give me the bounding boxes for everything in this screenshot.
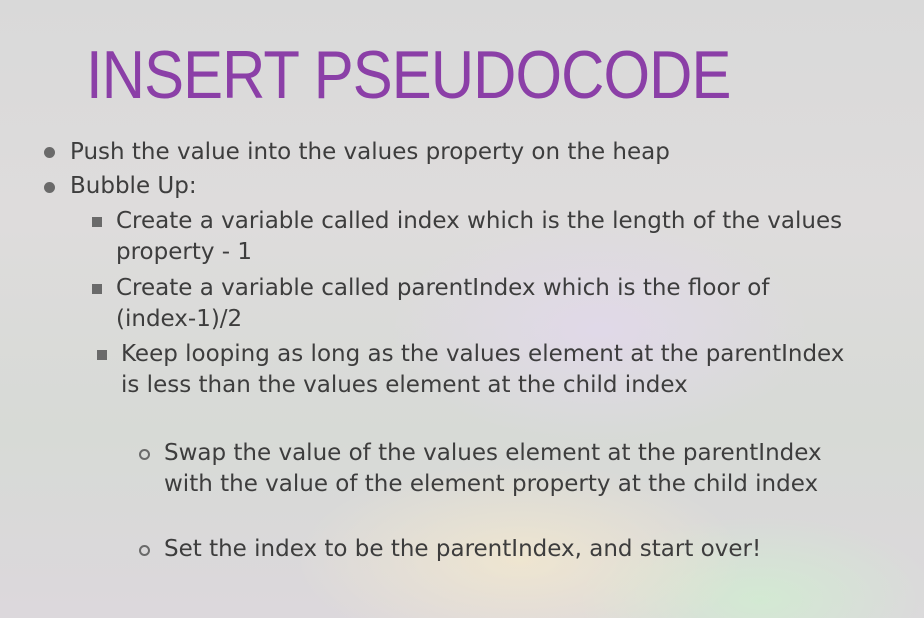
slide-title: INSERT PSEUDOCODE — [86, 37, 731, 113]
bullet-square-icon — [92, 217, 102, 227]
bullet-dot-icon — [44, 182, 55, 193]
bullet-square-icon — [97, 350, 107, 360]
bullet-dot-icon — [44, 147, 55, 158]
bullet-square-icon — [92, 284, 102, 294]
bullet-circle-icon — [139, 545, 150, 556]
slide: INSERT PSEUDOCODE Push the value into th… — [0, 0, 924, 618]
bullet-item-push: Push the value into the values property … — [70, 139, 670, 165]
bullet-circle-icon — [139, 449, 150, 460]
sub-sub-bullet-item-set-index: Set the index to be the parentIndex, and… — [164, 536, 762, 562]
bullet-item-bubble-up: Bubble Up: — [70, 173, 197, 199]
sub-bullet-item-keep-looping: Keep looping as long as the values eleme… — [121, 341, 845, 398]
sub-sub-bullet-item-swap: Swap the value of the values element at … — [164, 440, 822, 497]
sub-bullet-item-index: Create a variable called index which is … — [116, 208, 843, 265]
sub-bullet-item-parent-index: Create a variable called parentIndex whi… — [116, 275, 770, 332]
